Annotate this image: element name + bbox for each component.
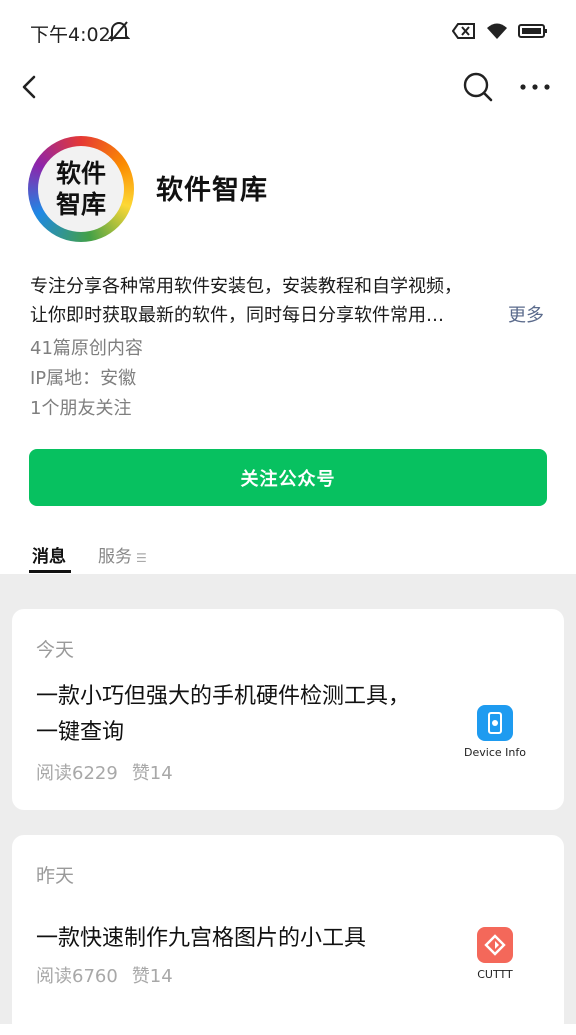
article-thumbnail[interactable]: Device Info <box>455 705 535 759</box>
status-time: 下午4:02 <box>30 24 111 46</box>
article-title-line1: 一款小巧但强大的手机硬件检测工具， <box>36 684 411 709</box>
wifi-icon <box>487 23 507 39</box>
account-name: 软件智库 <box>156 175 268 206</box>
description-line1: 专注分享各种常用软件安装包，安装教程和自学视频， <box>30 276 462 297</box>
article-stats: 阅读6760 赞14 <box>36 962 187 988</box>
article-title[interactable]: 一款小巧但强大的手机硬件检测工具， 一键查询 <box>36 679 446 751</box>
thumbnail-caption: CUTTT <box>477 968 513 981</box>
tab-messages[interactable]: 消息 <box>32 542 66 567</box>
menu-lines-icon: ☰ <box>136 551 147 565</box>
tab-bar: 消息 服务 ☰ <box>0 536 576 574</box>
article-title[interactable]: 一款快速制作九宫格图片的小工具 <box>36 921 446 957</box>
tab-services-label: 服务 <box>98 547 132 567</box>
search-icon[interactable] <box>462 70 494 104</box>
battery-icon <box>518 24 547 38</box>
device-info-app-icon <box>477 705 513 741</box>
like-count: 赞14 <box>131 763 173 784</box>
status-bar: 下午4:02 <box>0 0 576 64</box>
original-count: 41篇原创内容 <box>30 338 143 359</box>
more-options-icon[interactable] <box>518 74 552 100</box>
thumbnail-caption: Device Info <box>464 746 526 759</box>
tab-active-indicator <box>29 570 71 573</box>
article-card[interactable]: 今天 一款小巧但强大的手机硬件检测工具， 一键查询 阅读6229 赞14 Devi… <box>12 609 564 810</box>
account-avatar[interactable]: 软件 智库 <box>28 136 134 242</box>
article-day: 昨天 <box>36 865 75 887</box>
nav-bar <box>0 64 576 110</box>
bell-muted-icon <box>108 21 130 42</box>
cuttt-app-icon <box>477 927 513 963</box>
description-line2: 让你即时获取最新的软件，同时每日分享软件常用… <box>30 305 444 326</box>
like-count: 赞14 <box>131 966 173 987</box>
description-more-link[interactable]: 更多 <box>508 301 544 327</box>
status-icons <box>452 22 548 40</box>
friends-following[interactable]: 1个朋友关注 <box>30 394 131 420</box>
article-title-line2: 一键查询 <box>36 720 125 745</box>
read-count: 阅读6229 <box>36 763 118 784</box>
back-arrow-icon[interactable] <box>18 70 42 104</box>
avatar-text-line1: 软件 <box>55 159 106 188</box>
read-count: 阅读6760 <box>36 966 118 987</box>
avatar-text-line2: 智库 <box>55 190 106 219</box>
ip-location: IP属地：安徽 <box>30 368 137 389</box>
article-title-line1: 一款快速制作九宫格图片的小工具 <box>36 926 367 951</box>
article-thumbnail[interactable]: CUTTT <box>455 927 535 981</box>
article-stats: 阅读6229 赞14 <box>36 759 187 785</box>
tab-services[interactable]: 服务 ☰ <box>98 542 147 567</box>
article-day: 今天 <box>36 639 75 661</box>
sim-x-icon <box>452 23 475 39</box>
account-description: 专注分享各种常用软件安装包，安装教程和自学视频， 让你即时获取最新的软件，同时每… <box>30 272 510 330</box>
message-feed: 今天 一款小巧但强大的手机硬件检测工具， 一键查询 阅读6229 赞14 Devi… <box>0 574 576 1035</box>
avatar-logo: 软件 智库 <box>38 146 124 232</box>
article-card[interactable]: 昨天 一款快速制作九宫格图片的小工具 阅读6760 赞14 CUTTT <box>12 835 564 1035</box>
follow-button[interactable]: 关注公众号 <box>29 449 547 506</box>
